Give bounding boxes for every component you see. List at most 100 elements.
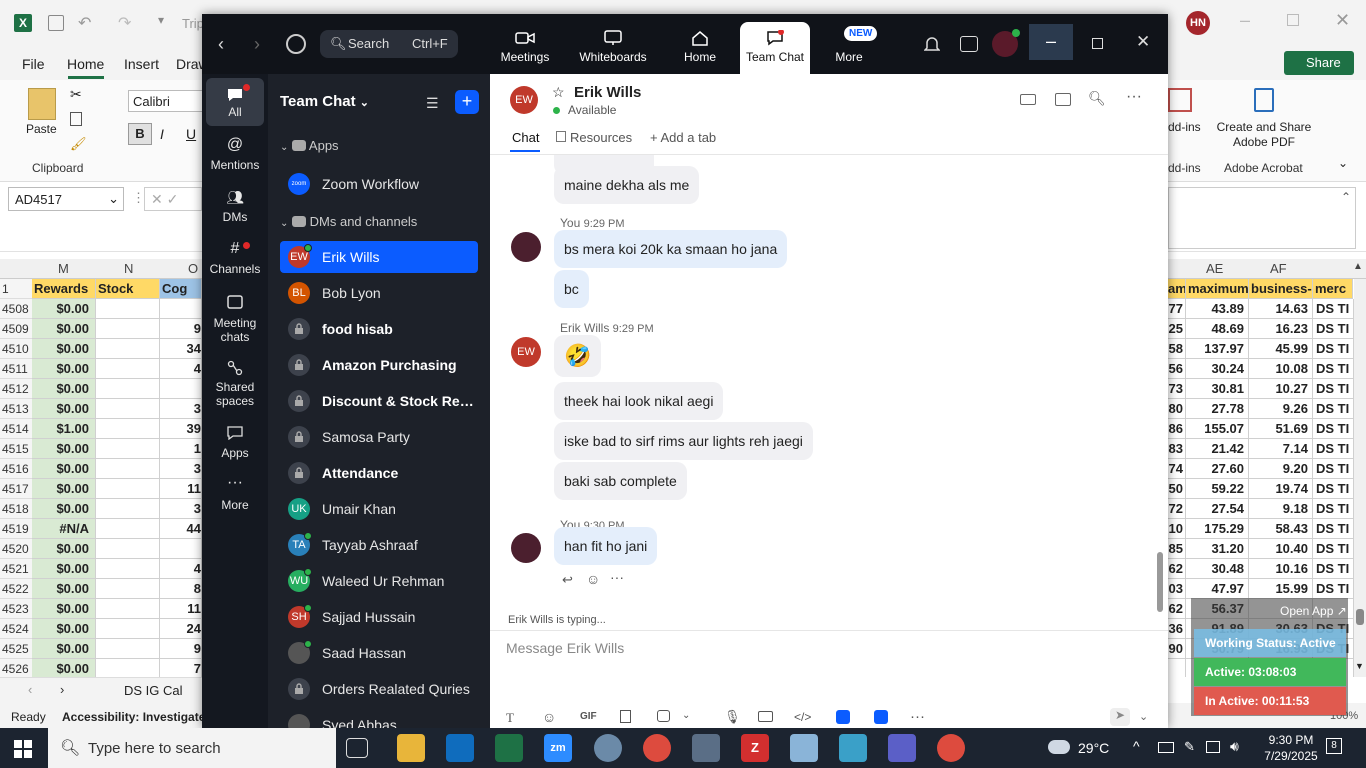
cell-cog[interactable]: 39 bbox=[160, 419, 202, 439]
chrome-profile-icon[interactable] bbox=[937, 734, 965, 762]
cell-maximum[interactable]: 27.78 bbox=[1186, 399, 1249, 419]
cell-cog[interactable]: 3 bbox=[160, 499, 202, 519]
excel-vertical-scrollbar[interactable]: ▼ bbox=[1354, 279, 1366, 677]
menu-file[interactable]: File bbox=[22, 56, 45, 72]
cell-merc[interactable]: DS TI bbox=[1313, 459, 1354, 479]
cell-cog[interactable] bbox=[160, 379, 202, 399]
back-icon[interactable]: ‹ bbox=[218, 34, 224, 55]
cell-cog[interactable]: 3 bbox=[160, 399, 202, 419]
cell-business[interactable]: 9.26 bbox=[1249, 399, 1313, 419]
cell-maximum[interactable]: 30.81 bbox=[1186, 379, 1249, 399]
paste-icon[interactable] bbox=[28, 88, 56, 120]
zoom-app-icon[interactable] bbox=[836, 710, 850, 724]
channel-item[interactable]: Amazon Purchasing bbox=[280, 349, 478, 381]
cell-stock[interactable] bbox=[96, 399, 160, 419]
cell-stock[interactable] bbox=[96, 319, 160, 339]
app-item-zoom-workflow[interactable]: zoom Zoom Workflow bbox=[280, 168, 478, 200]
cell-stock[interactable] bbox=[96, 639, 160, 659]
cell-cog[interactable]: 34 bbox=[160, 339, 202, 359]
row-number[interactable]: 4523 bbox=[0, 599, 32, 619]
cell-cog[interactable]: 4 bbox=[160, 559, 202, 579]
cell-merc[interactable]: DS TI bbox=[1313, 539, 1354, 559]
cell-business[interactable]: 10.16 bbox=[1249, 559, 1313, 579]
cell-ad[interactable]: 85 bbox=[1168, 539, 1186, 559]
cell-business[interactable]: 9.20 bbox=[1249, 459, 1313, 479]
outlook-icon[interactable] bbox=[446, 734, 474, 762]
paste-label[interactable]: Paste bbox=[26, 122, 57, 136]
cell-merc[interactable]: DS TI bbox=[1313, 559, 1354, 579]
cell-merc[interactable]: DS TI bbox=[1313, 479, 1354, 499]
pen-icon[interactable]: ✎ bbox=[1184, 739, 1195, 755]
row-number[interactable]: 4508 bbox=[0, 299, 32, 319]
cell-merc[interactable]: DS TI bbox=[1313, 339, 1354, 359]
channel-item[interactable]: food hisab bbox=[280, 313, 478, 345]
cell-rewards[interactable]: $0.00 bbox=[32, 359, 96, 379]
sheet-prev-icon[interactable]: ‹ bbox=[28, 682, 32, 697]
cell-ad[interactable]: 73 bbox=[1168, 379, 1186, 399]
cell-rewards[interactable]: $0.00 bbox=[32, 299, 96, 319]
cell-stock[interactable] bbox=[96, 599, 160, 619]
channel-item[interactable]: Orders Realated Quries bbox=[280, 673, 478, 705]
team-chat-title[interactable]: Team Chat ⌄ bbox=[280, 93, 369, 110]
channel-item[interactable]: BL Bob Lyon bbox=[280, 277, 478, 309]
cell-ad[interactable] bbox=[1168, 659, 1186, 677]
row-number[interactable]: 4521 bbox=[0, 559, 32, 579]
screenshot-dropdown-icon[interactable]: ⌄ bbox=[682, 710, 690, 721]
row-number[interactable]: 4526 bbox=[0, 659, 32, 677]
channel-item[interactable]: UK Umair Khan bbox=[280, 493, 478, 525]
new-chat-button[interactable]: + bbox=[455, 90, 479, 114]
row-number[interactable]: 4518 bbox=[0, 499, 32, 519]
row-number[interactable]: 4509 bbox=[0, 319, 32, 339]
cell-rewards[interactable]: $0.00 bbox=[32, 479, 96, 499]
cell-stock[interactable] bbox=[96, 659, 160, 677]
cell-rewards[interactable]: $0.00 bbox=[32, 339, 96, 359]
cell-cog[interactable]: 1 bbox=[160, 439, 202, 459]
search-box[interactable]: 🔍︎ Search Ctrl+F bbox=[320, 30, 458, 58]
file-explorer-icon[interactable] bbox=[397, 734, 425, 762]
calculator-icon[interactable] bbox=[692, 734, 720, 762]
header-cell-business[interactable]: business-( bbox=[1249, 279, 1313, 299]
rail-meeting-chats[interactable]: Meeting chats bbox=[206, 294, 264, 344]
cell-cog[interactable]: 44 bbox=[160, 519, 202, 539]
cell-maximum[interactable]: 59.22 bbox=[1186, 479, 1249, 499]
header-cell-rewards[interactable]: Rewards bbox=[32, 279, 96, 299]
zoom-close-button[interactable]: ✕ bbox=[1136, 32, 1150, 52]
share-button[interactable]: Share bbox=[1284, 51, 1354, 75]
col-header-ae[interactable]: AE bbox=[1206, 261, 1223, 276]
sheet-tab-ds-ig-cal[interactable]: DS IG Cal bbox=[124, 683, 183, 698]
section-dms-channels[interactable]: ⌄ DMs and channels bbox=[280, 214, 417, 229]
cell-rewards[interactable]: $0.00 bbox=[32, 399, 96, 419]
rail-mentions[interactable]: @ Mentions bbox=[206, 137, 264, 173]
cell-maximum[interactable]: 175.29 bbox=[1186, 519, 1249, 539]
cell-stock[interactable] bbox=[96, 579, 160, 599]
cell-cog[interactable] bbox=[160, 299, 202, 319]
nav-team-chat[interactable]: Team Chat bbox=[740, 22, 810, 74]
excel-taskbar-icon[interactable] bbox=[495, 734, 523, 762]
cell-ad[interactable]: 62 bbox=[1168, 599, 1186, 619]
cell-merc[interactable]: DS TI bbox=[1313, 419, 1354, 439]
cell-ad[interactable]: 58 bbox=[1168, 339, 1186, 359]
cell-business[interactable]: 14.63 bbox=[1249, 299, 1313, 319]
star-icon[interactable]: ☆ bbox=[552, 84, 565, 101]
notifications-icon[interactable] bbox=[924, 35, 940, 51]
save-icon[interactable] bbox=[48, 15, 64, 31]
filter-icon[interactable]: ☰ bbox=[426, 95, 439, 112]
cell-cog[interactable]: 9 bbox=[160, 639, 202, 659]
zoom-taskbar-icon[interactable]: zm bbox=[544, 734, 572, 762]
reply-icon[interactable]: ↩︎ bbox=[562, 572, 573, 588]
history-icon[interactable] bbox=[286, 34, 306, 54]
contact-name[interactable]: Erik Wills bbox=[574, 84, 641, 101]
cell-rewards[interactable]: $0.00 bbox=[32, 459, 96, 479]
addins-label[interactable]: dd-ins bbox=[1168, 120, 1201, 134]
ribbon-collapse-icon[interactable]: ⌄ bbox=[1338, 156, 1348, 170]
cell-maximum[interactable]: 47.97 bbox=[1186, 579, 1249, 599]
cell-ad[interactable]: 03 bbox=[1168, 579, 1186, 599]
row-number[interactable]: 4511 bbox=[0, 359, 32, 379]
cell-merc[interactable]: DS TI bbox=[1313, 359, 1354, 379]
cell-rewards[interactable]: $0.00 bbox=[32, 659, 96, 677]
taskbar-clock[interactable]: 9:30 PM 7/29/2025 bbox=[1256, 732, 1326, 764]
row-number[interactable]: 4522 bbox=[0, 579, 32, 599]
cell-stock[interactable] bbox=[96, 439, 160, 459]
profile-avatar[interactable] bbox=[992, 29, 1020, 57]
tab-add[interactable]: + Add a tab bbox=[650, 130, 716, 145]
